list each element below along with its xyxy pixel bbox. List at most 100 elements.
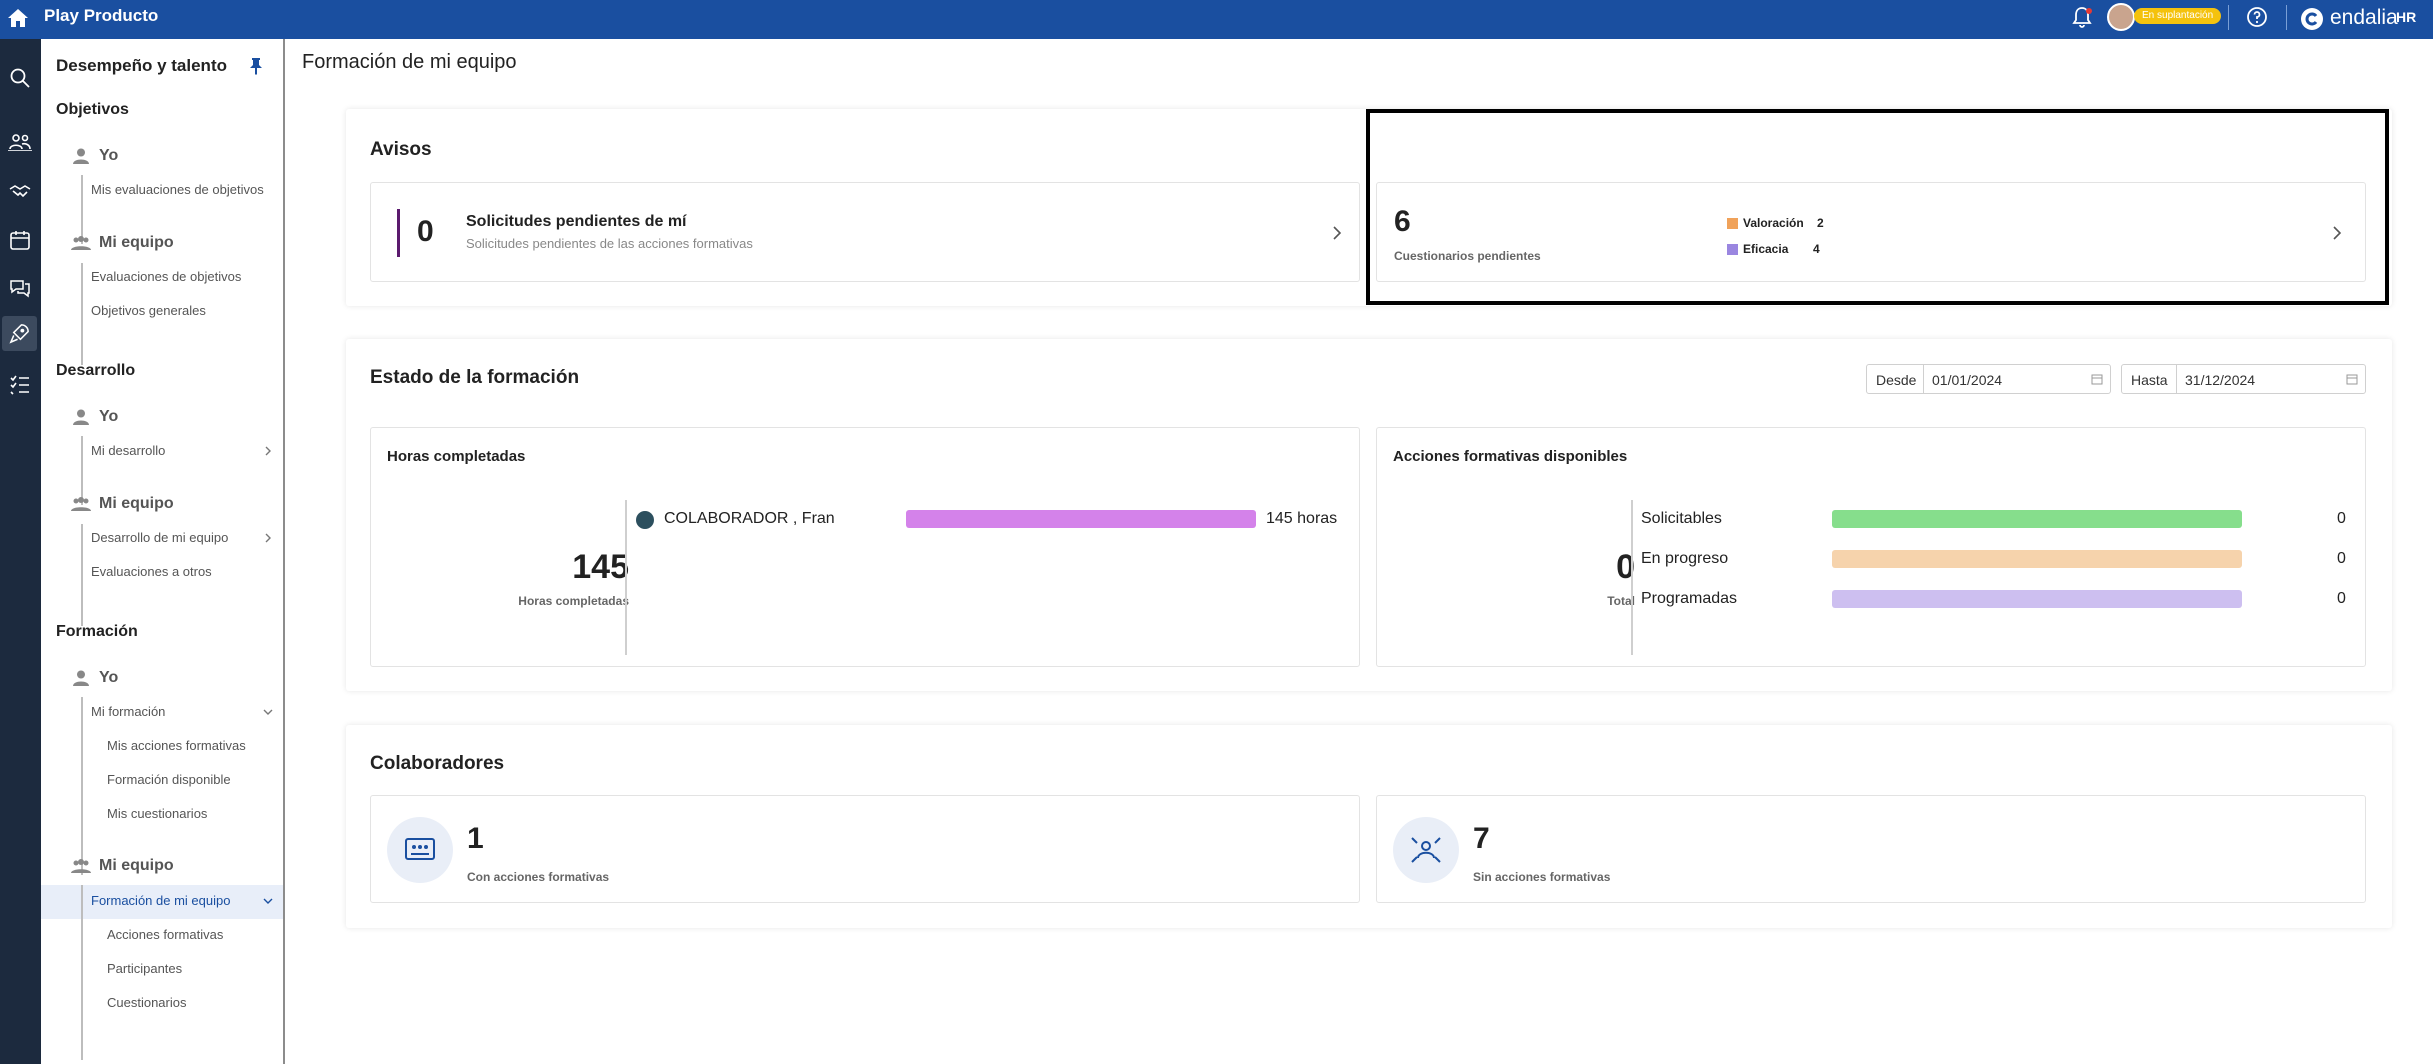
- icon-circle: [1393, 817, 1459, 883]
- accion-category-bar: [1832, 590, 2242, 608]
- desde-label: Desde: [1876, 372, 1917, 388]
- group-label: Yo: [99, 408, 119, 425]
- sidebar: Desempeño y talento Objetivos Yo Mis eva…: [41, 39, 285, 1064]
- nav-mis-acciones-formativas[interactable]: Mis acciones formativas: [107, 738, 246, 754]
- notification-dot: [2086, 8, 2092, 14]
- nav-mis-cuestionarios[interactable]: Mis cuestionarios: [107, 806, 207, 822]
- nav-mi-desarrollo[interactable]: Mi desarrollo: [91, 443, 165, 459]
- estado-title: Estado de la formación: [370, 367, 580, 388]
- team-icon: [71, 236, 91, 250]
- icon-circle: [387, 817, 453, 883]
- checklist-icon[interactable]: [8, 372, 32, 396]
- sin-acciones-card[interactable]: 7 Sin acciones formativas: [1376, 795, 2366, 903]
- pin-icon[interactable]: [249, 57, 263, 75]
- nav-mis-evaluaciones-objetivos[interactable]: Mis evaluaciones de objetivos: [91, 182, 264, 198]
- nav-formacion-mi-equipo[interactable]: Formación de mi equipo: [91, 893, 230, 909]
- team-icon: [71, 497, 91, 511]
- accion-category-value: 0: [2337, 510, 2346, 527]
- nav-evaluaciones-a-otros[interactable]: Evaluaciones a otros: [91, 564, 212, 580]
- colaboradores-card: Colaboradores 1 Con acciones formativas …: [346, 725, 2392, 928]
- endalia-logo-icon: [2301, 8, 2323, 30]
- person-icon: [73, 409, 89, 425]
- accion-category-label: En progreso: [1641, 550, 1729, 567]
- icon-rail: [0, 39, 41, 1064]
- nav-acciones-formativas[interactable]: Acciones formativas: [107, 927, 223, 943]
- solicitudes-subtitle: Solicitudes pendientes de las acciones f…: [466, 236, 753, 251]
- impersonation-badge: En suplantación: [2134, 8, 2222, 24]
- nav-objetivos-generales[interactable]: Objetivos generales: [91, 303, 206, 319]
- handshake-icon[interactable]: [8, 179, 32, 203]
- hasta-label: Hasta: [2131, 372, 2168, 388]
- home-icon[interactable]: [6, 6, 30, 30]
- group-label: Yo: [99, 147, 119, 164]
- page-title: Formación de mi equipo: [302, 51, 517, 73]
- solicitudes-pendientes-card[interactable]: 0 Solicitudes pendientes de mí Solicitud…: [370, 182, 1360, 282]
- avatar[interactable]: [2107, 3, 2135, 31]
- acciones-title: Acciones formativas disponibles: [1393, 448, 1628, 465]
- horas-title: Horas completadas: [387, 448, 526, 465]
- tree-line: [81, 263, 83, 365]
- chat-icon[interactable]: [8, 276, 32, 300]
- estado-formacion-card: Estado de la formación Desde 01/01/2024 …: [346, 339, 2392, 691]
- collaborator-avatar: [636, 511, 654, 529]
- group-scatter-icon: [1411, 837, 1441, 863]
- section-objetivos: Objetivos: [56, 101, 129, 118]
- divider: [1923, 365, 1924, 393]
- sin-count: 7: [1473, 822, 1490, 855]
- chevron-right-icon[interactable]: [263, 446, 273, 456]
- horas-completadas-panel: Horas completadas 145 Horas completadas …: [370, 427, 1360, 667]
- nav-cuestionarios[interactable]: Cuestionarios: [107, 995, 187, 1011]
- help-icon[interactable]: [2245, 5, 2269, 29]
- group-label: Mi equipo: [99, 495, 174, 512]
- top-bar: Play Producto En suplantación endalia HR: [0, 0, 2433, 39]
- chevron-down-icon[interactable]: [263, 707, 273, 717]
- tree-line: [81, 885, 83, 1060]
- accion-category-bar: [1832, 510, 2242, 528]
- nav-mi-formacion[interactable]: Mi formación: [91, 704, 165, 720]
- group-label: Yo: [99, 669, 119, 686]
- nav-participantes[interactable]: Participantes: [107, 961, 182, 977]
- divider: [2286, 5, 2287, 30]
- divider: [2176, 365, 2177, 393]
- chevron-down-icon[interactable]: [263, 896, 273, 906]
- horas-total: 145: [572, 548, 629, 586]
- desde-date-field[interactable]: Desde 01/01/2024: [1866, 364, 2111, 394]
- nav-desarrollo-mi-equipo[interactable]: Desarrollo de mi equipo: [91, 530, 228, 546]
- avisos-title: Avisos: [370, 139, 432, 160]
- nav-formacion-disponible[interactable]: Formación disponible: [107, 772, 231, 788]
- sidebar-title: Desempeño y talento: [56, 56, 227, 75]
- accion-category-label: Solicitables: [1641, 510, 1722, 527]
- search-icon[interactable]: [8, 66, 32, 90]
- solicitudes-title: Solicitudes pendientes de mí: [466, 213, 687, 230]
- desde-value: 01/01/2024: [1932, 372, 2003, 388]
- calendar-icon[interactable]: [2091, 373, 2103, 385]
- chevron-right-icon[interactable]: [263, 533, 273, 543]
- group-label: Mi equipo: [99, 234, 174, 251]
- colaboradores-title: Colaboradores: [370, 753, 505, 774]
- accion-category-value: 0: [2337, 550, 2346, 567]
- calendar-icon[interactable]: [2346, 373, 2358, 385]
- hours-value: 145 horas: [1266, 510, 1338, 527]
- chevron-right-icon[interactable]: [1331, 225, 1343, 241]
- divider: [2228, 5, 2229, 30]
- brand-name: endalia: [2330, 6, 2398, 29]
- acciones-disponibles-panel: Acciones formativas disponibles 0 Total …: [1376, 427, 2366, 667]
- section-desarrollo: Desarrollo: [56, 362, 136, 379]
- hasta-date-field[interactable]: Hasta 31/12/2024: [2121, 364, 2366, 394]
- people-icon[interactable]: [8, 130, 32, 154]
- calendar-icon[interactable]: [8, 228, 32, 252]
- tree-line: [81, 524, 83, 626]
- hours-bar: [906, 510, 1256, 528]
- brand-suffix: HR: [2396, 9, 2417, 25]
- tree-line: [81, 175, 83, 244]
- brand-logo: endalia HR: [2300, 4, 2428, 32]
- rail-item-active[interactable]: [2, 316, 37, 351]
- group-label: Mi equipo: [99, 857, 174, 874]
- accent-bar: [397, 209, 400, 257]
- rocket-icon: [9, 324, 29, 344]
- app-title[interactable]: Play Producto: [44, 6, 158, 26]
- accion-category-value: 0: [2337, 590, 2346, 607]
- nav-evaluaciones-objetivos[interactable]: Evaluaciones de objetivos: [91, 269, 241, 285]
- tree-line: [81, 697, 83, 875]
- con-acciones-card[interactable]: 1 Con acciones formativas: [370, 795, 1360, 903]
